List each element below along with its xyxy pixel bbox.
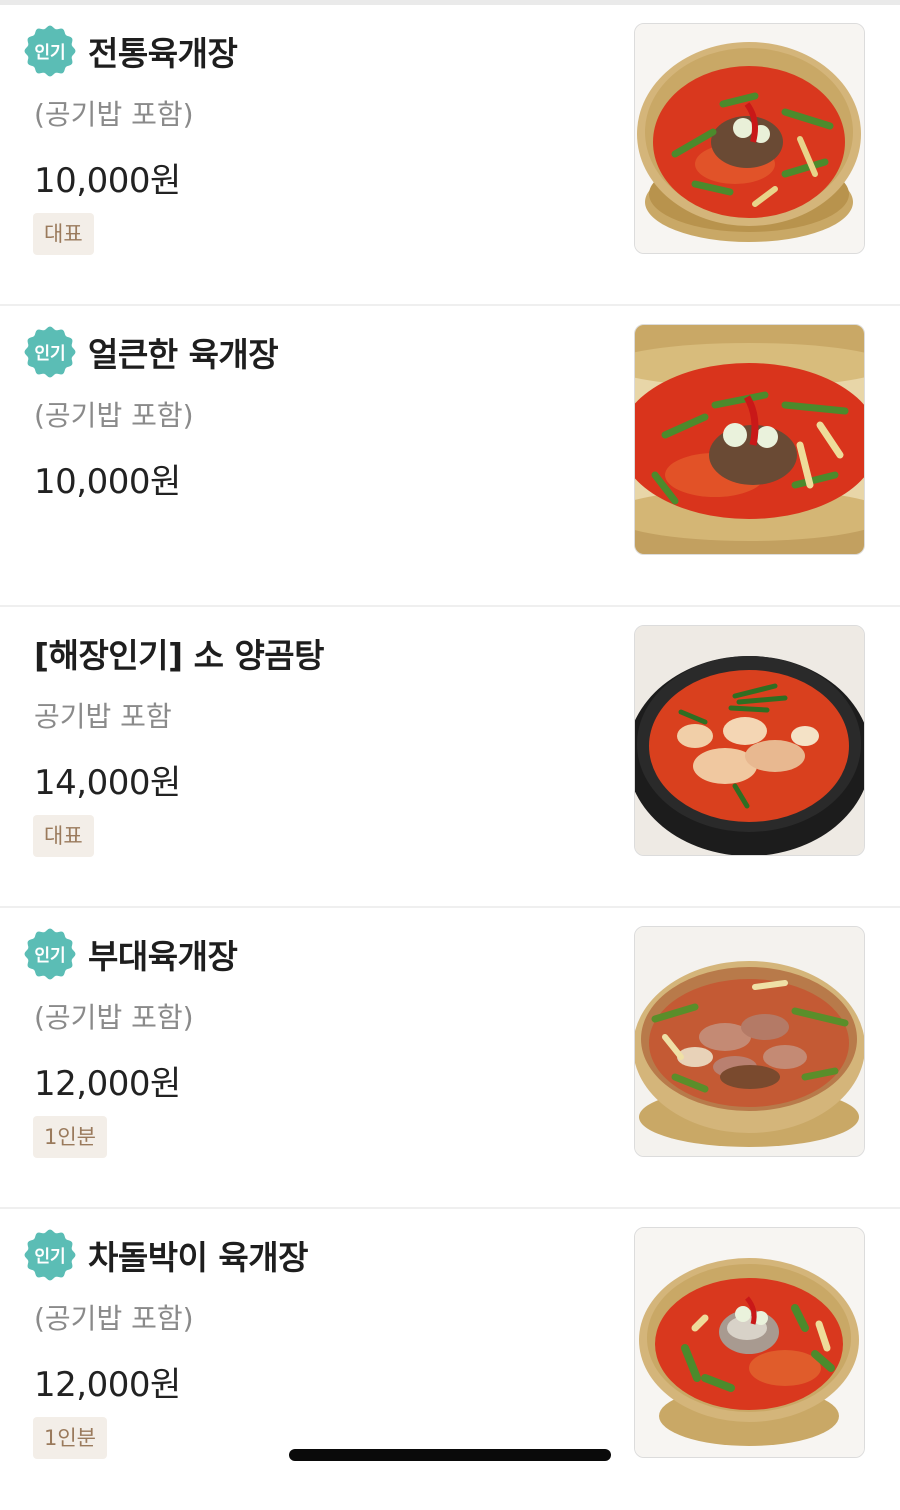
menu-item-title-row: 인기 얼큰한 육개장	[24, 324, 279, 380]
menu-item-price: 12,000원	[34, 1365, 181, 1405]
menu-item-title-row: [해장인기] 소 양곰탕	[34, 625, 325, 681]
popular-badge-icon: 인기	[24, 25, 76, 77]
menu-item-tag: 대표	[33, 213, 94, 255]
menu-item-description: (공기밥 포함)	[34, 1302, 194, 1335]
menu-item-description: (공기밥 포함)	[34, 1001, 194, 1034]
menu-item-photo[interactable]	[634, 23, 865, 254]
menu-item-description: (공기밥 포함)	[34, 98, 194, 131]
menu-item-price: 12,000원	[34, 1064, 181, 1104]
popular-badge-icon: 인기	[24, 1229, 76, 1281]
menu-item-description: (공기밥 포함)	[34, 399, 194, 432]
menu-item[interactable]: 인기 전통육개장 (공기밥 포함) 10,000원 대표	[0, 5, 900, 306]
menu-item-name: 전통육개장	[88, 34, 238, 73]
menu-item[interactable]: [해장인기] 소 양곰탕 공기밥 포함 14,000원 대표	[0, 607, 900, 908]
popular-badge-icon: 인기	[24, 928, 76, 980]
menu-item-tag: 1인분	[33, 1116, 108, 1158]
menu-list: 인기 전통육개장 (공기밥 포함) 10,000원 대표 인기 얼큰한 육개장 …	[0, 5, 900, 1510]
popular-badge-label: 인기	[34, 43, 65, 63]
menu-item-name: 얼큰한 육개장	[88, 335, 279, 374]
menu-item[interactable]: 인기 얼큰한 육개장 (공기밥 포함) 10,000원	[0, 306, 900, 607]
home-indicator[interactable]	[289, 1449, 611, 1461]
menu-item-price: 14,000원	[34, 763, 181, 803]
popular-badge-label: 인기	[34, 946, 65, 966]
menu-item[interactable]: 인기 부대육개장 (공기밥 포함) 12,000원 1인분	[0, 908, 900, 1209]
menu-item-name: [해장인기] 소 양곰탕	[34, 636, 325, 675]
menu-item-price: 10,000원	[34, 462, 181, 502]
menu-item-photo[interactable]	[634, 324, 865, 555]
menu-item-description: 공기밥 포함	[34, 700, 172, 733]
popular-badge-label: 인기	[34, 1247, 65, 1267]
menu-item-title-row: 인기 전통육개장	[24, 23, 238, 79]
menu-item-photo[interactable]	[634, 625, 865, 856]
menu-item-title-row: 인기 차돌박이 육개장	[24, 1227, 309, 1283]
menu-item-photo[interactable]	[634, 926, 865, 1157]
menu-item-tag: 1인분	[33, 1417, 108, 1459]
menu-item[interactable]: 인기 차돌박이 육개장 (공기밥 포함) 12,000원 1인분	[0, 1209, 900, 1510]
menu-item-name: 부대육개장	[88, 937, 238, 976]
menu-item-title-row: 인기 부대육개장	[24, 926, 238, 982]
menu-item-photo[interactable]	[634, 1227, 865, 1458]
menu-item-tag: 대표	[33, 815, 94, 857]
menu-item-price: 10,000원	[34, 161, 181, 201]
popular-badge-label: 인기	[34, 344, 65, 364]
menu-item-name: 차돌박이 육개장	[88, 1238, 309, 1277]
popular-badge-icon: 인기	[24, 326, 76, 378]
